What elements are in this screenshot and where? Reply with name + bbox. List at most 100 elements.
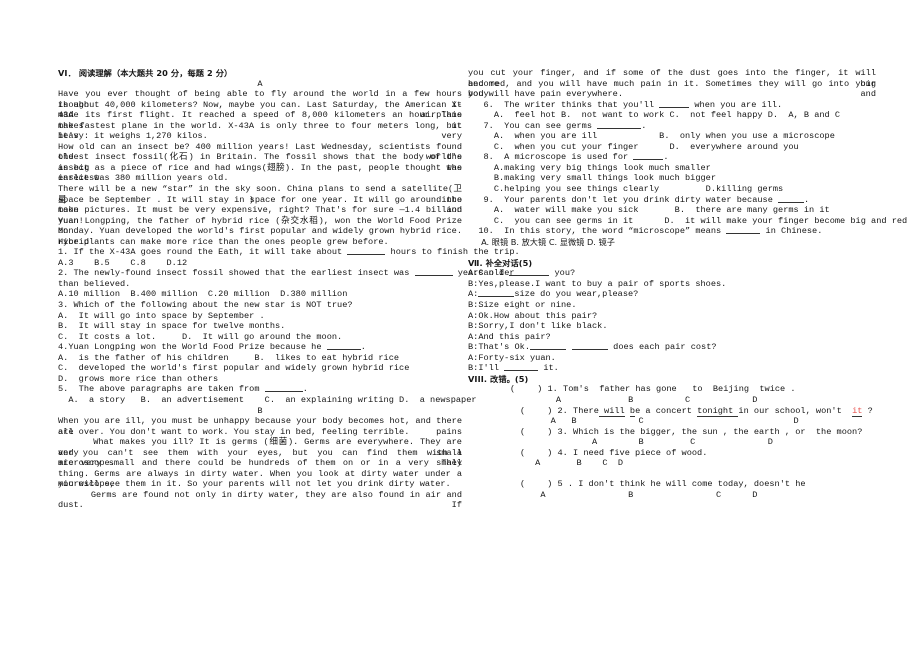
passage-a-line: insect was 380 million years old. (58, 173, 229, 184)
correction-markers-5: A B C D (468, 489, 758, 500)
correction-item-3: () 3. Which is the bigger, the sun , the… (520, 426, 863, 437)
answer-blank[interactable] (326, 349, 361, 351)
item-text[interactable]: Tom's father has gone to Beijing twice . (563, 384, 796, 394)
question-4-option-d[interactable]: D. grows more rice than others (58, 374, 462, 385)
question-8-stem: 8. A microscope is used for (468, 152, 634, 163)
left-column: VI． 阅读理解（本大题共 20 分，每题 2 分） A Have you ev… (58, 68, 520, 510)
correction-item-1: () 1. Tom's father has gone to Beijing t… (510, 384, 796, 395)
question-10-stem-post: in Chinese. (760, 226, 823, 237)
answer-blank[interactable] (597, 127, 642, 129)
question-8-stem-post: . (663, 152, 669, 163)
question-1-stem: 1. If the X-43A goes round the Eath, it … (58, 247, 348, 258)
dialogue-text-post: size do you wear,please? (514, 289, 639, 300)
dialogue-line-a4: A:And this pair? (468, 331, 551, 342)
correction-markers-3: A B C D (468, 437, 773, 448)
passage-a-line: rice plants can make more rice than the … (58, 236, 389, 247)
correction-markers-4: A B C D (468, 458, 624, 469)
question-7-option-cd[interactable]: C. when you cut your finger D. everywher… (468, 142, 876, 153)
passage-b-line: and you can't see them with your eyes, b… (58, 447, 468, 469)
correction-item-4: () 4. I need five piece of wood. (520, 447, 708, 458)
passage-b-line: When you are ill, you must be unhappy be… (58, 416, 468, 437)
question-3-option-b[interactable]: B. It will stay in space for twelve mont… (58, 321, 462, 332)
question-1: 1. If the X-43A goes round the Eath, it … (58, 247, 520, 258)
passage-a-line: space be September . It will stay in spa… (58, 194, 468, 216)
question-1-options[interactable]: A.3 B.5 C.8 D.12 (58, 258, 462, 269)
dialogue-text-post: you? (549, 268, 576, 279)
passage-a-line: How old can an insect be? 400 million ye… (58, 141, 468, 163)
highlighted-error[interactable]: it (852, 405, 863, 417)
question-2-stem: 2. The newly-found insect fossil showed … (58, 268, 415, 279)
question-9-stem: 9. Your parents don't let you drink dirt… (468, 194, 779, 205)
answer-blank[interactable] (726, 233, 761, 235)
question-8-option-cd[interactable]: C.helping you see things clearly D.killi… (468, 184, 876, 195)
answer-blank[interactable] (504, 370, 539, 372)
question-5: 5. The above paragraphs are taken from . (58, 384, 462, 395)
answer-blank[interactable] (659, 106, 690, 108)
item-text[interactable]: There will be a concert tonight in our s… (573, 405, 873, 417)
question-6: 6. The writer thinks that you'll when yo… (468, 100, 876, 111)
dialogue-text: A: (468, 289, 479, 300)
passage-a-line: Monday. Yuan developed the world's first… (58, 226, 468, 247)
dialogue-text: A:Can I (468, 268, 510, 279)
question-4-stem-post: . (360, 342, 366, 353)
answer-blank[interactable] (478, 296, 515, 298)
answer-blank[interactable] (633, 159, 664, 161)
dialogue-line-a2: A: size do you wear,please? (468, 289, 876, 300)
section-viii-heading: VIII. 改错。(5) (468, 373, 529, 384)
passage-a-line: oldest insect fossil(化石) in Britain. The… (58, 152, 468, 173)
passage-a-line: Yuan Longping, the father of hybrid rice… (58, 215, 468, 237)
item-text[interactable]: I don't think he will come today, doesn'… (578, 479, 805, 489)
question-8-option-a[interactable]: A.making very big things look much small… (468, 163, 876, 174)
passage-b-line: you will see them in it. So your parents… (58, 479, 451, 490)
dialogue-line-a1: A:Can I you? (468, 268, 876, 279)
question-9-option-cd[interactable]: C. you can see germs in it D. it will ma… (468, 216, 907, 227)
question-9-option-ab[interactable]: A. water will make you sick B. there are… (468, 205, 876, 216)
exam-page: VI． 阅读理解（本大题共 20 分，每题 2 分） A Have you ev… (0, 0, 920, 651)
dialogue-line-b3: B:Sorry,I don't like black. (468, 321, 608, 332)
section-vi-heading: VI． 阅读理解（本大题共 20 分，每题 2 分） (58, 68, 233, 78)
passage-a-line: take pictures. It must be very expensive… (58, 205, 468, 226)
question-4-option-c[interactable]: C. developed the world's first popular a… (58, 363, 462, 374)
passage-a-line: Have you ever thought of being able to f… (58, 89, 468, 110)
answer-blank[interactable] (530, 349, 567, 351)
question-6-options[interactable]: A. feel hot B. not want to work C. not f… (468, 110, 876, 121)
question-5-stem-post: . (302, 384, 308, 395)
answer-blank[interactable] (347, 254, 386, 256)
item-number: 4. (557, 447, 568, 458)
answer-blank[interactable] (264, 391, 303, 393)
dialogue-line-a5: A:Forty-six yuan. (468, 352, 556, 363)
question-7-stem: 7. You can see germs (468, 120, 598, 131)
passage-b-line: all over. You don't want to work. You st… (58, 426, 410, 437)
passage-a-line: is about 40,000 kilometers? Now, maybe y… (58, 99, 462, 121)
passage-b-line: What makes you ill? It is germs (细菌). Ge… (58, 437, 468, 458)
passage-b-line: Germs are always in dirty water. When yo… (58, 468, 468, 490)
right-column: you cut your finger, and if some of the … (468, 68, 907, 500)
question-4: 4.Yuan Longping won the World Food Prize… (58, 342, 462, 353)
passage-b-cont-line: you cut your finger, and if some of the … (468, 68, 882, 89)
question-2-options[interactable]: A.10 million B.400 million C.20 million … (58, 289, 462, 300)
question-5-stem: 5. The above paragraphs are taken from (58, 384, 265, 395)
answer-blank[interactable] (572, 349, 609, 351)
question-3-option-a[interactable]: A. It will go into space by September . (58, 311, 462, 322)
question-3-option-cd[interactable]: C. It costs a lot. D. It will go around … (58, 332, 462, 343)
question-7-option-ab[interactable]: A. when you are ill B. only when you use… (468, 131, 876, 142)
passage-a-line: as big as a piece of rice and had wings(… (58, 162, 468, 184)
item-text[interactable]: I need five piece of wood. (573, 448, 707, 458)
question-6-stem-post: when you are ill. (689, 99, 783, 110)
question-4-option-ab[interactable]: A. is the father of his children B. like… (58, 353, 462, 364)
passage-b-label: B (257, 405, 263, 416)
dialogue-text: B:I'll (468, 363, 505, 374)
answer-blank[interactable] (778, 201, 805, 203)
question-5-options[interactable]: A. a story B. an advertisement C. an exp… (58, 395, 476, 406)
answer-blank[interactable] (414, 275, 453, 277)
passage-b-cont-line: and red, and you will have much pain in … (468, 78, 882, 100)
correction-markers-1: A B C D (468, 394, 758, 405)
answer-blank[interactable] (509, 275, 550, 277)
question-8: 8. A microscope is used for . (468, 152, 876, 163)
item-text[interactable]: Which is the bigger, the sun , the earth… (573, 427, 862, 437)
question-10-options[interactable]: A. 眼镜 B. 放大镜 C. 显微镜 D. 镜子 (468, 237, 876, 248)
dialogue-line-b1: B:Yes,please.I want to buy a pair of spo… (468, 278, 727, 289)
dialogue-text-post: does each pair cost? (608, 342, 717, 353)
question-8-option-b[interactable]: B.making very small things look much big… (468, 173, 876, 184)
